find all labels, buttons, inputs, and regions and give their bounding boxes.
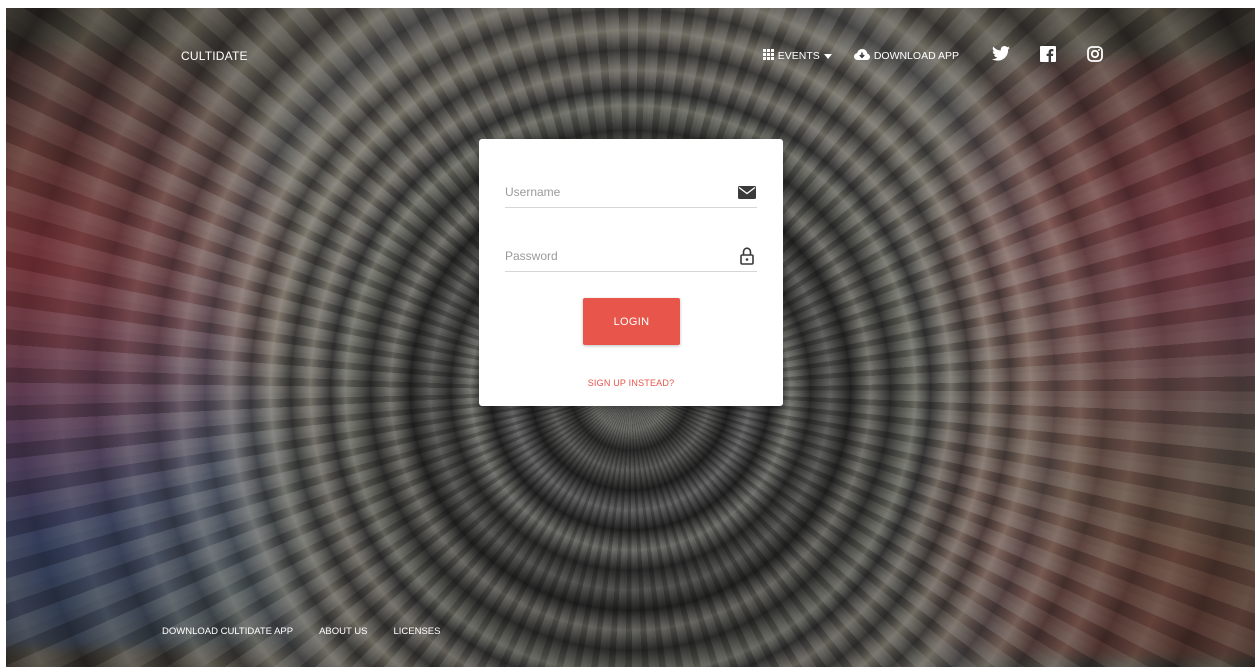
signup-link[interactable]: SIGN UP INSTEAD? bbox=[479, 378, 783, 388]
username-field bbox=[505, 179, 757, 208]
download-app-label: DOWNLOAD APP bbox=[873, 50, 959, 62]
download-app-link[interactable]: DOWNLOAD APP bbox=[853, 48, 959, 64]
facebook-link[interactable] bbox=[1038, 45, 1058, 67]
password-field bbox=[505, 243, 757, 272]
footer-link-download-app[interactable]: DOWNLOAD CULTIDATE APP bbox=[162, 626, 293, 637]
footer-link-licenses[interactable]: LICENSES bbox=[393, 626, 440, 637]
facebook-icon bbox=[1040, 45, 1056, 67]
envelope-icon bbox=[737, 182, 757, 202]
twitter-icon bbox=[992, 46, 1010, 66]
footer-links: DOWNLOAD CULTIDATE APP ABOUT US LICENSES bbox=[162, 626, 466, 637]
footer-link-about-us[interactable]: ABOUT US bbox=[319, 626, 367, 637]
login-button[interactable]: LOGIN bbox=[583, 298, 680, 345]
password-input[interactable] bbox=[505, 243, 725, 269]
username-input[interactable] bbox=[505, 179, 725, 205]
instagram-icon bbox=[1087, 45, 1103, 67]
lock-icon bbox=[737, 246, 757, 266]
caret-down-icon bbox=[823, 50, 832, 62]
grid-icon bbox=[762, 49, 774, 63]
events-label: EVENTS bbox=[777, 50, 820, 62]
nav-right: EVENTS DOWNLOAD APP bbox=[762, 44, 1105, 68]
login-card: LOGIN SIGN UP INSTEAD? bbox=[479, 139, 783, 406]
instagram-link[interactable] bbox=[1085, 45, 1105, 67]
brand-logo[interactable]: CULTIDATE bbox=[181, 49, 248, 63]
cloud-download-icon bbox=[853, 48, 870, 64]
page-frame: CULTIDATE EVENTS DOWNLOAD APP Username L… bbox=[6, 8, 1255, 667]
top-nav: CULTIDATE EVENTS DOWNLOAD APP bbox=[6, 8, 1255, 104]
twitter-link[interactable] bbox=[991, 46, 1011, 66]
events-menu[interactable]: EVENTS bbox=[762, 49, 832, 63]
